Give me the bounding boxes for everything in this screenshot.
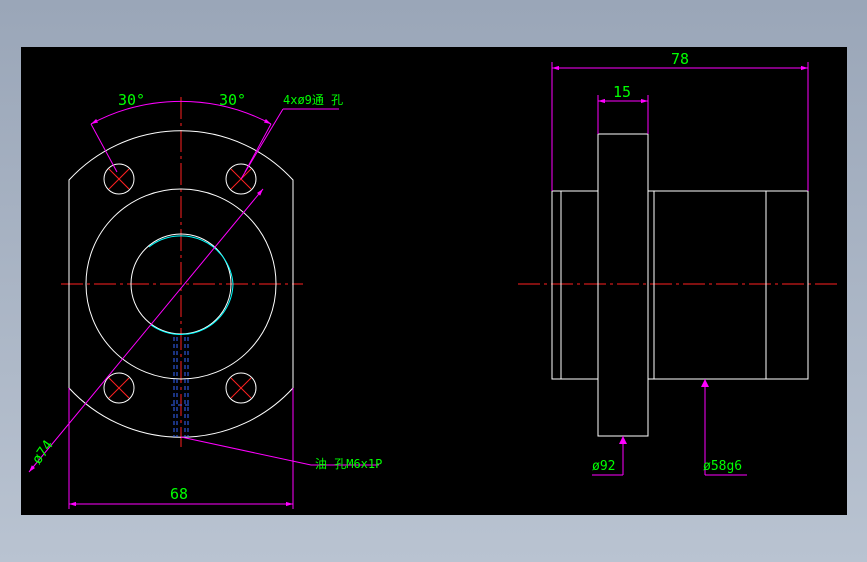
body-diameter-label: ø58g6 bbox=[703, 459, 742, 474]
flange-thickness-label: 15 bbox=[613, 83, 631, 101]
angle-label-left: 30° bbox=[118, 91, 145, 109]
angle-label-right: 30° bbox=[219, 91, 246, 109]
flange-diameter-label: ø92 bbox=[592, 459, 615, 474]
side-view: 78 15 ø92 ø58g6 bbox=[518, 50, 841, 476]
flange bbox=[597, 133, 649, 437]
oil-hole-callout: 油 孔M6x1P bbox=[315, 457, 382, 471]
drawing-canvas: 30° 30° 4xø9通 孔 ø74 68 油 孔M6x1P 78 15 ø9… bbox=[21, 47, 847, 515]
mounting-hole-bottom-left bbox=[103, 372, 135, 404]
thread-arc bbox=[148, 235, 234, 335]
mounting-hole-top-left bbox=[103, 163, 135, 195]
length-label: 78 bbox=[671, 50, 689, 68]
hole-callout: 4xø9通 孔 bbox=[283, 93, 343, 107]
width-label: 68 bbox=[170, 485, 188, 503]
pcd-label: ø74 bbox=[29, 437, 57, 467]
front-view: 30° 30° 4xø9通 孔 ø74 68 油 孔M6x1P bbox=[28, 91, 382, 509]
cad-drawing: 30° 30° 4xø9通 孔 ø74 68 油 孔M6x1P 78 15 ø9… bbox=[28, 50, 841, 509]
nut-body bbox=[647, 190, 809, 380]
mounting-hole-bottom-right bbox=[225, 372, 257, 404]
left-collar bbox=[551, 190, 599, 380]
